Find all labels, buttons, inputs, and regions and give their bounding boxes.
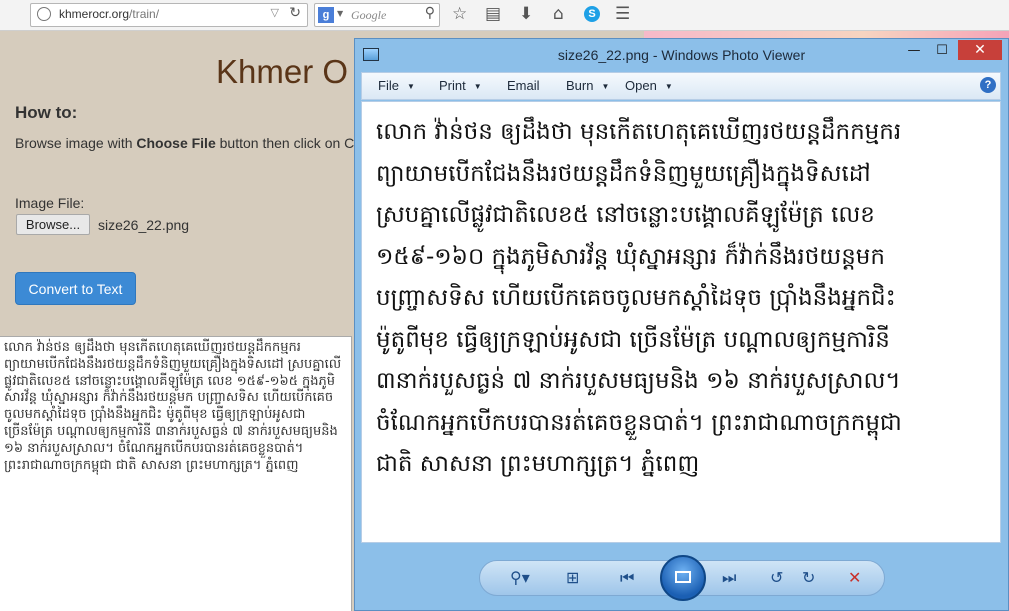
menu-file-label: File [378, 78, 399, 93]
minimize-icon[interactable]: — [900, 41, 928, 61]
maximize-icon[interactable]: ☐ [928, 41, 956, 61]
rotate-counterclockwise-icon[interactable]: ↺ [770, 568, 783, 587]
howto-bold: Choose File [136, 135, 216, 151]
menu-print[interactable]: Print ▼ [439, 78, 482, 93]
selected-file-name: size26_22.png [98, 217, 190, 233]
photo-viewer-window: size26_22.png - Windows Photo Viewer — ☐… [354, 38, 1009, 611]
chevron-down-icon: ▼ [473, 82, 482, 91]
howto-heading: How to: [15, 103, 78, 122]
slideshow-button[interactable] [660, 555, 706, 601]
menu-file[interactable]: File ▼ [378, 78, 415, 93]
actual-size-icon[interactable]: ⊞ [566, 568, 579, 587]
menu-burn[interactable]: Burn ▼ [566, 78, 609, 93]
close-icon[interactable]: ✕ [958, 40, 1002, 60]
viewer-titlebar[interactable]: size26_22.png - Windows Photo Viewer — ☐… [355, 39, 1008, 71]
menu-open[interactable]: Open ▼ [625, 78, 673, 93]
convert-to-text-button[interactable]: Convert to Text [15, 272, 136, 305]
menu-email[interactable]: Email [507, 78, 540, 93]
howto-suffix: button then click on C [215, 135, 355, 151]
reload-icon[interactable]: ↻ [289, 5, 301, 21]
menu-icon[interactable]: ☰ [615, 4, 630, 24]
url-bar[interactable]: khmerocr.org/train/ ▽ ↻ [30, 3, 308, 27]
reading-list-icon[interactable]: ▤ [485, 4, 501, 24]
web-page: Khmer O How to: Browse image with Choose… [0, 31, 360, 336]
menu-open-label: Open [625, 78, 657, 93]
howto-prefix: Browse image with [15, 135, 137, 151]
chevron-down-icon: ▼ [601, 82, 610, 91]
previous-icon[interactable]: ⏮ [620, 568, 634, 588]
url-dropdown-icon[interactable]: ▽ [271, 6, 279, 19]
skype-icon[interactable]: S [584, 6, 600, 22]
menu-email-label: Email [507, 78, 540, 93]
slideshow-icon [675, 571, 691, 583]
search-engine-dropdown-icon[interactable]: ▼ [337, 9, 343, 18]
ocr-output-textarea[interactable]: លោក វ៉ាន់ថន ឲ្យដឹងថា មុនកើតហេតុគេឃើញរថយន… [0, 336, 352, 611]
menu-burn-label: Burn [566, 78, 594, 93]
howto-instructions: Browse image with Choose File button the… [15, 135, 354, 151]
page-title: Khmer O [216, 53, 349, 90]
help-icon[interactable]: ? [980, 77, 996, 93]
image-canvas: លោក វ៉ាន់ថន ឲ្យដឹងថា មុនកើតហេតុគេឃើញរថយន… [361, 101, 1001, 543]
next-icon[interactable]: ⏭ [722, 568, 736, 588]
viewer-menubar: File ▼ Print ▼ Email Burn ▼ Open ▼ ? [361, 72, 1001, 100]
bookmark-star-icon[interactable]: ☆ [452, 4, 467, 24]
delete-icon[interactable]: ✕ [848, 568, 861, 587]
url-domain: khmerocr.org [59, 7, 130, 21]
search-engine-icon[interactable]: g [318, 7, 334, 23]
chevron-down-icon: ▼ [664, 82, 673, 91]
chevron-down-icon: ▼ [406, 82, 415, 91]
search-icon[interactable]: ⚲ [425, 5, 435, 21]
search-placeholder: Google [351, 8, 387, 22]
search-bar[interactable]: g ▼ Google ⚲ [314, 3, 440, 27]
url-path: /train/ [129, 7, 160, 21]
browser-toolbar: khmerocr.org/train/ ▽ ↻ g ▼ Google ⚲ ☆ ▤… [0, 0, 1009, 31]
rotate-clockwise-icon[interactable]: ↻ [802, 568, 815, 587]
globe-icon [37, 7, 51, 21]
download-icon[interactable]: ⬇ [519, 4, 533, 24]
home-icon[interactable]: ⌂ [553, 4, 564, 24]
url-text: khmerocr.org/train/ [59, 7, 159, 21]
browse-button[interactable]: Browse... [16, 214, 90, 235]
image-file-label: Image File: [15, 195, 85, 211]
menu-print-label: Print [439, 78, 466, 93]
zoom-icon[interactable]: ⚲▾ [510, 568, 530, 587]
displayed-image-text: លោក វ៉ាន់ថន ឲ្យដឹងថា មុនកើតហេតុគេឃើញរថយន… [376, 119, 902, 477]
